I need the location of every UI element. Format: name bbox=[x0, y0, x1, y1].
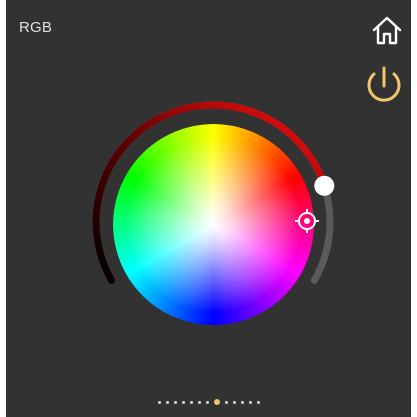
page-dot[interactable] bbox=[232, 400, 236, 404]
page-dot[interactable] bbox=[157, 400, 161, 404]
page-dot[interactable] bbox=[256, 400, 260, 404]
page-dot[interactable] bbox=[248, 400, 252, 404]
page-dot[interactable] bbox=[181, 400, 185, 404]
page-dot[interactable] bbox=[189, 400, 193, 404]
page-dot[interactable] bbox=[240, 400, 244, 404]
brightness-knob[interactable] bbox=[314, 175, 335, 196]
page-dot[interactable] bbox=[224, 400, 228, 404]
page-dot[interactable] bbox=[173, 400, 177, 404]
page-dot-active[interactable] bbox=[213, 399, 220, 405]
crosshair-icon[interactable] bbox=[295, 209, 319, 233]
color-wheel[interactable] bbox=[113, 124, 314, 325]
color-wheel-saturation bbox=[113, 124, 314, 325]
page-dot[interactable] bbox=[205, 400, 209, 404]
page-indicator bbox=[0, 396, 417, 408]
page-dot[interactable] bbox=[165, 400, 169, 404]
page-dot[interactable] bbox=[197, 400, 201, 404]
